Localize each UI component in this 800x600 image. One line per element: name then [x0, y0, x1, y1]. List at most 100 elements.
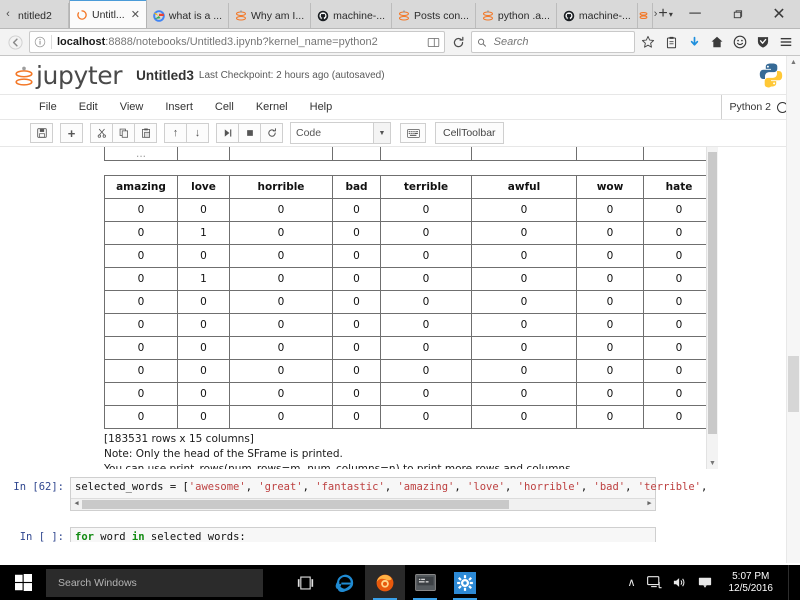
task-view-button[interactable] — [285, 565, 325, 600]
cell-type-select[interactable]: Code ▼ — [290, 122, 391, 144]
volume-icon[interactable] — [673, 576, 687, 589]
system-tray: ∧ 5:07 PM 12/5/2016 — [627, 565, 800, 600]
cell-input-area[interactable]: selected_words = ['awesome', 'great', 'f… — [70, 477, 707, 511]
scroll-left-icon[interactable]: ◀ — [71, 497, 82, 511]
browser-tab-posts-con[interactable]: Posts con... — [392, 3, 476, 28]
bookmark-star-button[interactable] — [638, 31, 658, 53]
menu-help[interactable]: Help — [299, 95, 344, 119]
close-button[interactable]: ✕ — [758, 0, 800, 28]
new-tab-button[interactable]: + — [658, 0, 667, 28]
run-cell-button[interactable] — [216, 123, 239, 143]
back-button[interactable] — [4, 31, 26, 53]
table-cell: 0 — [177, 244, 230, 268]
show-desktop-button[interactable] — [788, 565, 792, 600]
reader-view-icon[interactable] — [427, 36, 440, 49]
keyboard-icon — [406, 128, 420, 138]
table-cell — [229, 147, 333, 161]
output-scrollbar-thumb[interactable] — [708, 152, 717, 434]
cut-cell-button[interactable] — [90, 123, 113, 143]
page-scrollbar[interactable]: ▲ — [786, 56, 800, 563]
maximize-button[interactable] — [716, 0, 758, 28]
menu-cell[interactable]: Cell — [204, 95, 245, 119]
show-hidden-icons-button[interactable]: ∧ — [627, 576, 635, 589]
menu-kernel[interactable]: Kernel — [245, 95, 299, 119]
jupyter-notebook-page: jupyter Untitled3 Last Checkpoint: 2 hou… — [0, 56, 800, 563]
menu-view[interactable]: View — [109, 95, 155, 119]
cell-horizontal-scrollbar[interactable]: ◀ ▶ — [71, 497, 655, 511]
browser-search-bar[interactable] — [471, 31, 635, 53]
taskbar-search-box[interactable]: Search Windows — [46, 568, 263, 597]
cell-input-area[interactable]: for word in selected_words: count[word]=… — [70, 527, 656, 542]
table-cell: 0 — [576, 382, 644, 406]
page-info-icon[interactable] — [34, 36, 46, 48]
browser-tab-why-am-i[interactable]: Why am I... — [229, 3, 312, 28]
settings-button[interactable] — [445, 565, 485, 600]
jupyter-logo[interactable]: jupyter — [14, 63, 123, 88]
menu-insert[interactable]: Insert — [154, 95, 204, 119]
table-cell: 0 — [576, 290, 644, 314]
network-monitor-icon — [646, 576, 662, 589]
minimize-button[interactable]: ─ — [674, 0, 716, 28]
menu-edit[interactable]: Edit — [68, 95, 109, 119]
search-input[interactable] — [491, 35, 629, 49]
copy-cell-button[interactable] — [112, 123, 135, 143]
menu-file[interactable]: File — [28, 95, 68, 119]
scroll-down-icon[interactable]: ▼ — [707, 458, 718, 469]
command-prompt-button[interactable] — [405, 565, 445, 600]
insert-cell-below-button[interactable]: + — [60, 123, 83, 143]
table-cell: 0 — [380, 244, 472, 268]
downloads-button[interactable] — [684, 31, 704, 53]
code-text: selected_words: — [144, 531, 246, 542]
hamburger-icon — [780, 37, 792, 47]
cell-output-area[interactable]: ... amazing love horrible bad terrible awful w… — [104, 147, 716, 469]
browser-tab-machine-1[interactable]: machine-... — [311, 3, 393, 28]
browser-tab-active-untitled3[interactable]: Untitl... ✕ — [69, 0, 147, 28]
restart-kernel-button[interactable] — [260, 123, 283, 143]
browser-tab-what-is-a[interactable]: what is a ... — [147, 3, 230, 28]
firefox-button[interactable] — [365, 565, 405, 600]
cell-toolbar-select[interactable]: CellToolbar — [435, 122, 504, 144]
start-button[interactable] — [0, 565, 46, 600]
scrollbar-track[interactable] — [82, 499, 644, 510]
network-icon[interactable] — [646, 576, 662, 589]
toolbar-group-edit — [90, 123, 157, 143]
move-cell-down-button[interactable]: ↓ — [186, 123, 209, 143]
browser-tab-untitled2[interactable]: ntitled2 — [16, 3, 69, 28]
account-button[interactable] — [730, 31, 750, 53]
reload-button[interactable] — [448, 31, 468, 53]
output-scrollbar[interactable]: ▼ — [706, 147, 718, 469]
interrupt-kernel-button[interactable] — [238, 123, 261, 143]
scroll-right-icon[interactable]: ▶ — [644, 497, 655, 511]
shield-extension-button[interactable] — [753, 31, 773, 53]
code-cell-62[interactable]: In [62]: selected_words = ['awesome', 'g… — [0, 477, 707, 511]
table-cell: 0 — [380, 221, 472, 245]
hamburger-menu-button[interactable] — [776, 31, 796, 53]
move-cell-up-button[interactable]: ↑ — [164, 123, 187, 143]
table-header-love: love — [177, 175, 230, 199]
table-cell: 0 — [643, 267, 715, 291]
browser-tab-machine-2[interactable]: machine-... — [557, 3, 638, 28]
url-bar[interactable]: localhost:8888/notebooks/Untitled3.ipynb… — [29, 31, 445, 53]
code-text: , — [302, 481, 316, 493]
scrollbar-thumb[interactable] — [82, 499, 510, 509]
tab-scroll-left-button[interactable]: ‹ — [0, 0, 16, 28]
table-cell: 0 — [104, 405, 178, 429]
action-center-icon[interactable] — [698, 576, 712, 589]
shield-icon — [757, 37, 769, 48]
save-button[interactable] — [30, 123, 53, 143]
code-cell-empty[interactable]: In [ ]: for word in selected_words: coun… — [0, 527, 656, 542]
kernel-indicator[interactable]: Python 2 — [720, 95, 788, 119]
scroll-up-icon[interactable]: ▲ — [787, 56, 800, 69]
page-scrollbar-thumb[interactable] — [788, 356, 799, 412]
home-button[interactable] — [707, 31, 727, 53]
paste-cell-button[interactable] — [134, 123, 157, 143]
tab-close-icon[interactable]: ✕ — [131, 8, 140, 21]
table-cell: 0 — [332, 359, 381, 383]
browser-tab-overflow[interactable] — [638, 3, 653, 28]
notebook-title[interactable]: Untitled3 — [136, 68, 194, 83]
internet-explorer-button[interactable] — [325, 565, 365, 600]
browser-tab-python-a[interactable]: python .a... — [476, 3, 557, 28]
taskbar-clock[interactable]: 5:07 PM 12/5/2016 — [723, 571, 778, 595]
pocket-button[interactable] — [661, 31, 681, 53]
keyboard-shortcuts-button[interactable] — [400, 123, 426, 143]
